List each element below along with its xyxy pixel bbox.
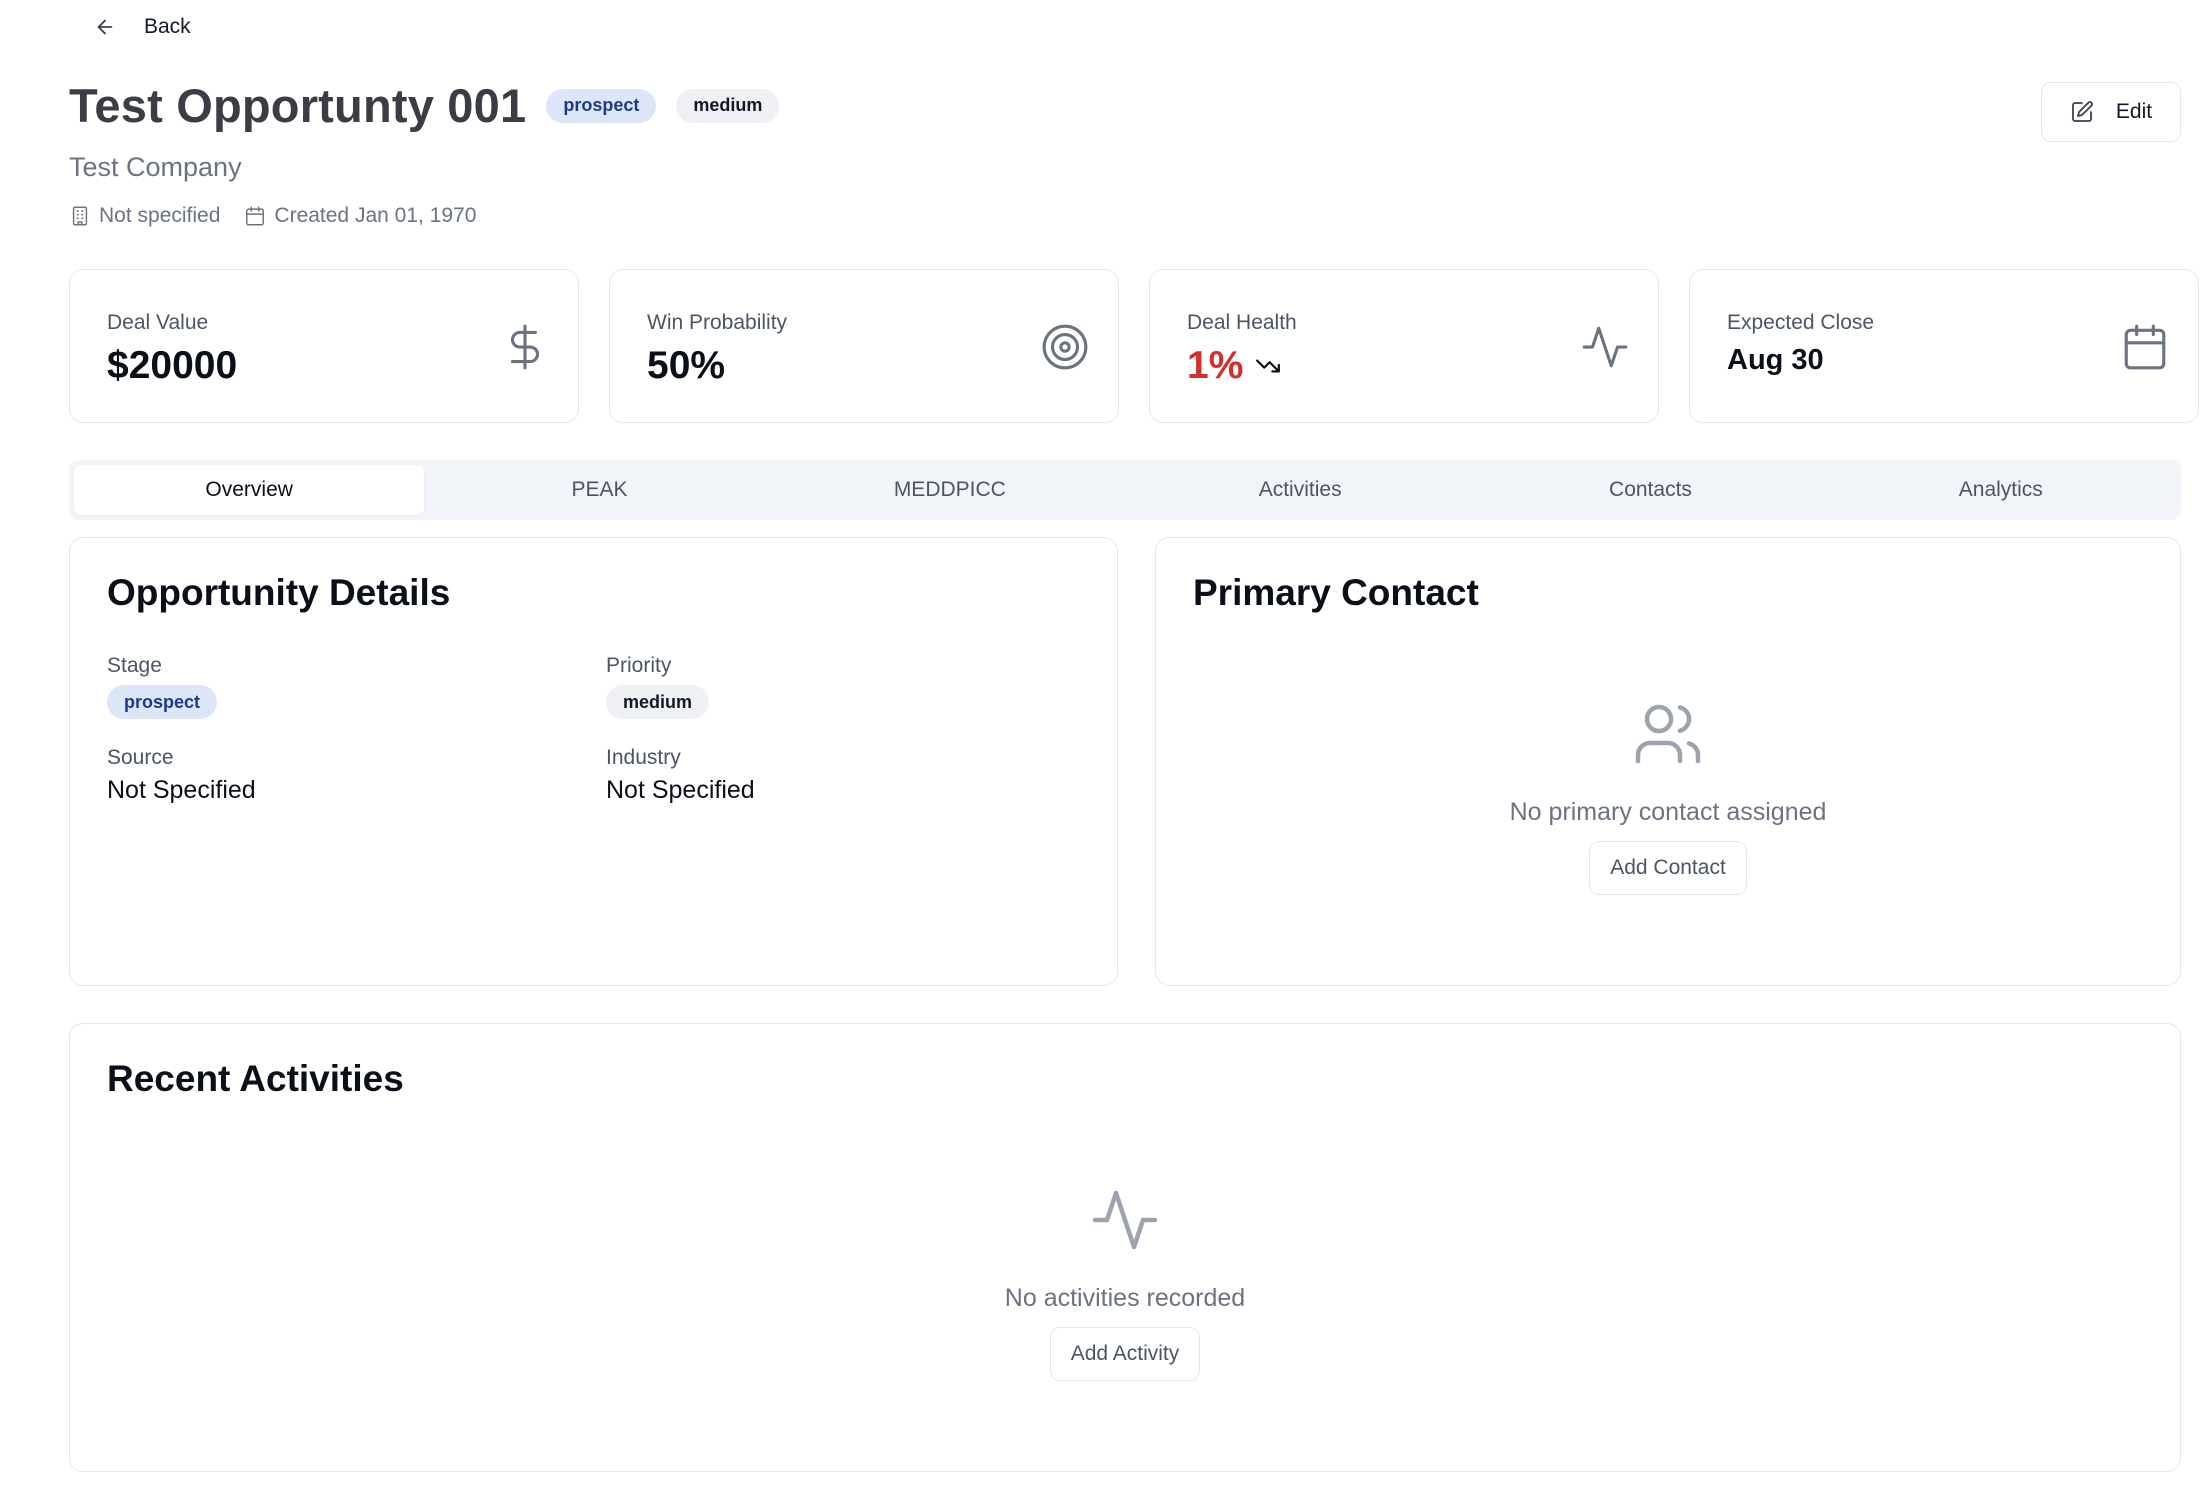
arrow-left-icon bbox=[94, 16, 116, 38]
industry-label: Industry bbox=[606, 746, 681, 769]
priority-badge: medium bbox=[606, 685, 710, 719]
calendar-icon bbox=[2120, 322, 2170, 372]
contact-empty-text: No primary contact assigned bbox=[1509, 798, 1827, 826]
created-text: Created Jan 01, 1970 bbox=[274, 204, 477, 227]
stat-card-win-probability: Win Probability 50% bbox=[609, 269, 1119, 423]
card-title: Recent Activities bbox=[107, 1058, 404, 1099]
stat-value: 50% bbox=[647, 344, 726, 387]
stage-label: Stage bbox=[107, 654, 162, 677]
stat-value: 1% bbox=[1187, 344, 1244, 387]
title-row: Test Opportunty 001 prospect medium bbox=[69, 78, 780, 133]
activity-icon bbox=[1089, 1184, 1161, 1256]
location-meta: Not specified bbox=[69, 204, 220, 228]
source-label: Source bbox=[107, 746, 174, 769]
location-text: Not specified bbox=[99, 204, 221, 227]
priority-label: Priority bbox=[606, 654, 672, 677]
tab-bar: Overview PEAK MEDDPICC Activities Contac… bbox=[69, 460, 2181, 520]
target-icon bbox=[1040, 322, 1090, 372]
source-value: Not Specified bbox=[107, 776, 256, 804]
stage-badge: prospect bbox=[107, 685, 218, 719]
tab-activities[interactable]: Activities bbox=[1125, 465, 1475, 515]
users-icon bbox=[1632, 698, 1704, 770]
building-icon bbox=[69, 205, 91, 227]
add-contact-button[interactable]: Add Contact bbox=[1589, 841, 1747, 895]
tab-contacts[interactable]: Contacts bbox=[1475, 465, 1825, 515]
edit-icon bbox=[2070, 100, 2094, 124]
activity-icon bbox=[1580, 322, 1630, 372]
opportunity-details-card: Opportunity Details Stage prospect Prior… bbox=[69, 537, 1118, 986]
priority-field: medium bbox=[606, 685, 710, 719]
stat-value-row: 1% bbox=[1187, 344, 1281, 388]
stat-card-deal-health: Deal Health 1% bbox=[1149, 269, 1659, 423]
page-title: Test Opportunty 001 bbox=[69, 79, 527, 132]
stat-label: Win Probability bbox=[647, 311, 788, 334]
created-meta: Created Jan 01, 1970 bbox=[244, 204, 476, 228]
tab-meddpicc[interactable]: MEDDPICC bbox=[775, 465, 1125, 515]
trending-down-icon bbox=[1255, 353, 1281, 379]
stage-field: prospect bbox=[107, 685, 218, 719]
edit-label: Edit bbox=[2115, 100, 2153, 123]
card-title: Primary Contact bbox=[1193, 572, 1479, 613]
activities-empty-text: No activities recorded bbox=[1004, 1284, 1246, 1312]
stat-value: $20000 bbox=[107, 344, 238, 387]
activities-empty-state: No activities recorded Add Activity bbox=[70, 1184, 2180, 1381]
industry-value: Not Specified bbox=[606, 776, 755, 804]
recent-activities-card: Recent Activities No activities recorded… bbox=[69, 1023, 2181, 1472]
primary-contact-card: Primary Contact No primary contact assig… bbox=[1155, 537, 2181, 986]
stage-badge: prospect bbox=[546, 88, 657, 123]
stat-label: Deal Health bbox=[1187, 311, 1297, 334]
edit-button[interactable]: Edit bbox=[2041, 82, 2181, 142]
company-name: Test Company bbox=[69, 152, 242, 182]
meta-row: Not specified Created Jan 01, 1970 bbox=[69, 204, 500, 228]
dollar-icon bbox=[500, 322, 550, 372]
card-title: Opportunity Details bbox=[107, 572, 451, 613]
calendar-icon bbox=[244, 205, 266, 227]
stat-label: Deal Value bbox=[107, 311, 209, 334]
add-activity-button[interactable]: Add Activity bbox=[1049, 1327, 1201, 1381]
back-label: Back bbox=[144, 15, 191, 38]
stat-card-deal-value: Deal Value $20000 bbox=[69, 269, 579, 423]
stat-card-expected-close: Expected Close Aug 30 bbox=[1689, 269, 2199, 423]
stat-value: Aug 30 bbox=[1727, 344, 1824, 376]
back-button[interactable]: Back bbox=[84, 8, 201, 46]
tab-overview[interactable]: Overview bbox=[74, 465, 425, 515]
tab-analytics[interactable]: Analytics bbox=[1826, 465, 2176, 515]
tab-peak[interactable]: PEAK bbox=[424, 465, 774, 515]
priority-badge: medium bbox=[676, 88, 780, 123]
contact-empty-state: No primary contact assigned Add Contact bbox=[1156, 698, 2180, 895]
stat-label: Expected Close bbox=[1727, 311, 1875, 334]
